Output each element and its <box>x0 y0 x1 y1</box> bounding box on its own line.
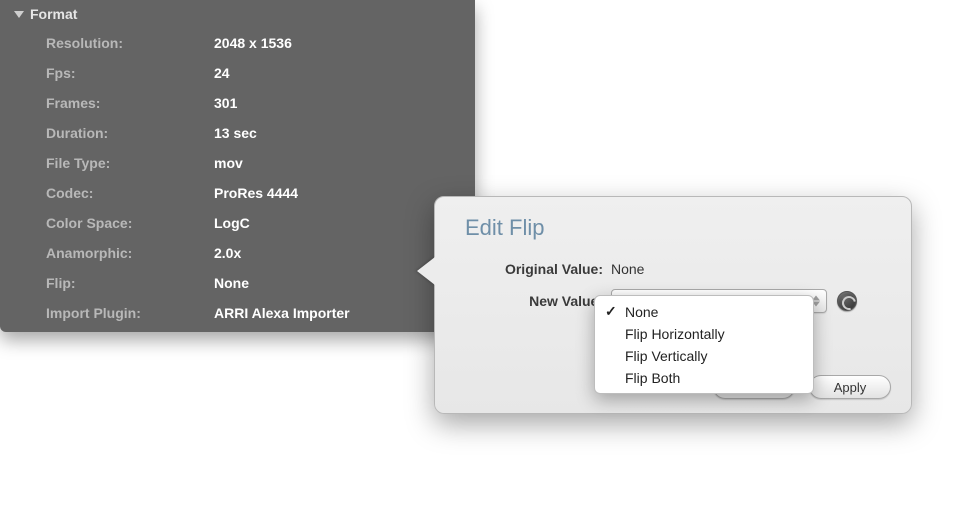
apply-label: Apply <box>834 380 867 395</box>
checkmark-icon: ✓ <box>605 303 619 320</box>
value-codec: ProRes 4444 <box>214 184 298 202</box>
disclosure-triangle-icon[interactable] <box>14 11 24 18</box>
label-flip: Flip: <box>46 274 214 292</box>
label-import-plugin: Import Plugin: <box>46 304 214 322</box>
option-flip-horizontally[interactable]: Flip Horizontally <box>595 323 813 345</box>
value-resolution: 2048 x 1536 <box>214 34 292 52</box>
label-resolution: Resolution: <box>46 34 214 52</box>
value-frames: 301 <box>214 94 237 112</box>
reset-button[interactable] <box>837 291 857 311</box>
option-none[interactable]: ✓ None <box>595 300 813 323</box>
option-flip-horizontally-label: Flip Horizontally <box>625 326 801 342</box>
row-anamorphic: Anamorphic: 2.0x <box>0 238 475 268</box>
row-codec: Codec: ProRes 4444 <box>0 178 475 208</box>
label-filetype: File Type: <box>46 154 214 172</box>
value-duration: 13 sec <box>214 124 257 142</box>
row-fps: Fps: 24 <box>0 58 475 88</box>
option-none-label: None <box>625 304 801 320</box>
dialog-title: Edit Flip <box>459 215 887 241</box>
value-filetype: mov <box>214 154 243 172</box>
option-flip-vertically-label: Flip Vertically <box>625 348 801 364</box>
callout-arrow-icon <box>417 257 435 285</box>
original-value-row: Original Value: None <box>459 261 887 277</box>
panel-title: Format <box>30 6 77 22</box>
value-flip: None <box>214 274 249 292</box>
panel-header[interactable]: Format <box>0 4 475 28</box>
row-import-plugin: Import Plugin: ARRI Alexa Importer <box>0 298 475 328</box>
row-resolution: Resolution: 2048 x 1536 <box>0 28 475 58</box>
label-colorspace: Color Space: <box>46 214 214 232</box>
new-value-label: New Value: <box>459 293 611 309</box>
option-flip-both-label: Flip Both <box>625 370 801 386</box>
original-value: None <box>611 261 644 277</box>
value-colorspace: LogC <box>214 214 250 232</box>
label-frames: Frames: <box>46 94 214 112</box>
option-flip-vertically[interactable]: Flip Vertically <box>595 345 813 367</box>
original-value-label: Original Value: <box>459 261 611 277</box>
label-anamorphic: Anamorphic: <box>46 244 214 262</box>
row-duration: Duration: 13 sec <box>0 118 475 148</box>
label-duration: Duration: <box>46 124 214 142</box>
label-codec: Codec: <box>46 184 214 202</box>
flip-dropdown[interactable]: ✓ None Flip Horizontally Flip Vertically… <box>594 295 814 394</box>
label-fps: Fps: <box>46 64 214 82</box>
row-filetype: File Type: mov <box>0 148 475 178</box>
option-flip-both[interactable]: Flip Both <box>595 367 813 389</box>
format-panel: Format Resolution: 2048 x 1536 Fps: 24 F… <box>0 0 475 332</box>
value-anamorphic: 2.0x <box>214 244 241 262</box>
value-fps: 24 <box>214 64 230 82</box>
value-import-plugin: ARRI Alexa Importer <box>214 304 350 322</box>
row-colorspace: Color Space: LogC <box>0 208 475 238</box>
row-frames: Frames: 301 <box>0 88 475 118</box>
row-flip[interactable]: Flip: None <box>0 268 475 298</box>
apply-button[interactable]: Apply <box>809 375 891 399</box>
